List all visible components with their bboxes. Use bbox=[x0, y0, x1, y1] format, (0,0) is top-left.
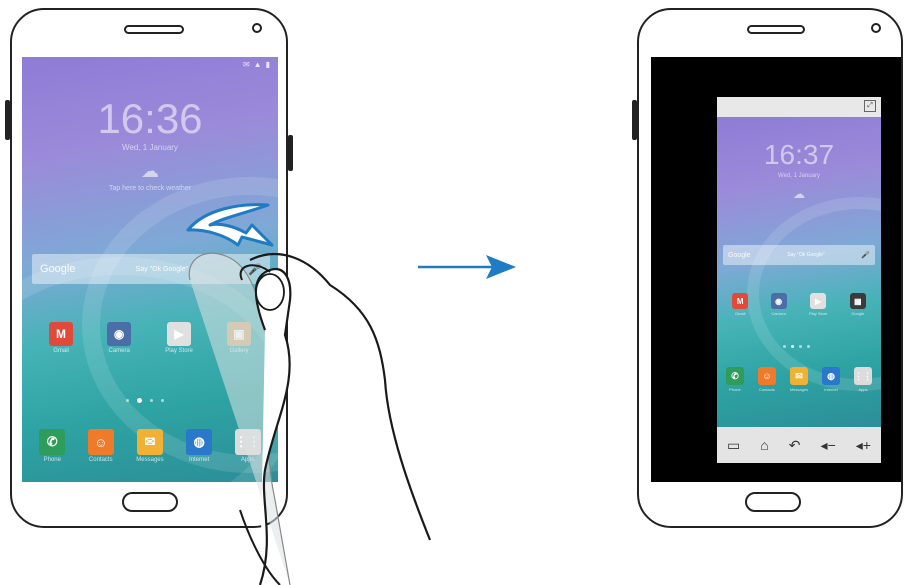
volume-key[interactable] bbox=[632, 100, 637, 140]
phone-icon: ✆ bbox=[39, 429, 66, 455]
app-shortcut[interactable]: ◉ Camera bbox=[107, 322, 132, 354]
app-label: Phone bbox=[43, 457, 61, 463]
app-shortcut[interactable]: M Gmail bbox=[49, 322, 74, 354]
mini-navigation-bar: ▭ ⌂ ↶ ◂− ◂+ bbox=[717, 427, 881, 463]
status-bar: ✉ ▲ ▮ bbox=[242, 60, 270, 69]
app-label: Contacts bbox=[88, 457, 113, 463]
messages-icon: ✉ bbox=[789, 367, 808, 385]
back-icon[interactable]: ↶ bbox=[789, 437, 801, 454]
internet-icon: ◍ bbox=[822, 367, 841, 385]
camera-icon: ◉ bbox=[770, 293, 787, 309]
app-shortcut[interactable]: ✆ Phone bbox=[725, 367, 744, 392]
contacts-icon: ☺ bbox=[757, 367, 776, 385]
weather-hint: Tap here to check weather bbox=[108, 185, 192, 192]
weather-icon: ☁ bbox=[141, 161, 159, 181]
weather-icon: ☁ bbox=[793, 187, 805, 201]
volume-up-icon[interactable]: ◂+ bbox=[856, 437, 871, 454]
contacts-icon: ☺ bbox=[87, 429, 114, 455]
gmail-icon: M bbox=[49, 322, 74, 346]
lock-date: Wed, 1 January bbox=[778, 173, 820, 179]
expand-icon[interactable]: ⤢ bbox=[864, 100, 876, 112]
app-label: Messages bbox=[789, 387, 809, 392]
volume-key[interactable] bbox=[5, 100, 10, 140]
lock-clock: 16:37 bbox=[763, 139, 835, 170]
transition-arrow-icon bbox=[418, 255, 516, 279]
microphone-icon[interactable]: 🎤 bbox=[861, 251, 870, 259]
front-camera bbox=[871, 23, 881, 33]
messages-icon: ✉ bbox=[136, 429, 163, 455]
app-shortcut[interactable]: ☺ Contacts bbox=[757, 367, 776, 392]
right-phone: ⤢ 16:37 Wed, 1 January ☁ Google Say "Ok … bbox=[632, 8, 903, 528]
reduced-screen-window[interactable]: ⤢ 16:37 Wed, 1 January ☁ Google Say "Ok … bbox=[717, 97, 881, 463]
app-label: Gmail bbox=[734, 311, 746, 316]
google-label: Google bbox=[40, 263, 76, 275]
home-icon[interactable]: ⌂ bbox=[760, 437, 768, 453]
app-row: M Gmail ◉ Camera ▶ Play Store ▦ Google bbox=[721, 293, 877, 316]
play-store-icon: ▶ bbox=[810, 293, 827, 309]
volume-down-icon[interactable]: ◂− bbox=[821, 437, 836, 454]
app-label: Messages bbox=[136, 457, 164, 463]
phone-icon: ✆ bbox=[725, 367, 744, 385]
app-label: Camera bbox=[108, 348, 130, 354]
app-label: Apps bbox=[858, 387, 868, 392]
lock-date: Wed, 1 January bbox=[122, 143, 178, 152]
home-button[interactable] bbox=[122, 492, 178, 512]
app-label: Play Store bbox=[808, 311, 828, 316]
mini-screen[interactable]: 16:37 Wed, 1 January ☁ Google Say "Ok Go… bbox=[717, 117, 881, 427]
google-search-bar[interactable]: Google Say "Ok Google" 🎤 bbox=[723, 245, 875, 265]
app-shortcut[interactable]: ◍ Internet bbox=[822, 367, 841, 392]
app-shortcut[interactable]: M Gmail bbox=[732, 293, 749, 316]
app-shortcut[interactable]: ✆ Phone bbox=[39, 429, 66, 463]
dock: ✆ Phone ☺ Contacts ✉ Messages ◍ Internet ⋮⋮ Apps bbox=[719, 367, 879, 392]
app-shortcut[interactable]: ◉ Camera bbox=[770, 293, 787, 316]
power-key[interactable] bbox=[288, 135, 293, 171]
earpiece bbox=[124, 25, 184, 34]
app-shortcut[interactable]: ▶ Play Store bbox=[809, 293, 827, 316]
app-label: Gmail bbox=[53, 348, 69, 354]
app-label: Contacts bbox=[759, 387, 775, 392]
hand-icon bbox=[188, 252, 432, 585]
app-shortcut[interactable]: ✉ Messages bbox=[136, 429, 164, 463]
app-label: Google bbox=[851, 311, 865, 316]
app-label: Camera bbox=[771, 311, 786, 316]
app-shortcut[interactable]: ▦ Google bbox=[849, 293, 866, 316]
page-indicator bbox=[783, 345, 810, 348]
front-camera bbox=[252, 23, 262, 33]
google-label: Google bbox=[728, 251, 751, 259]
page-indicator bbox=[126, 398, 164, 403]
gmail-icon: M bbox=[732, 293, 749, 309]
app-label: Phone bbox=[729, 387, 741, 392]
app-shortcut[interactable]: ✉ Messages bbox=[790, 367, 808, 392]
google-folder-icon: ▦ bbox=[849, 293, 866, 309]
app-shortcut[interactable]: ⋮⋮ Apps bbox=[854, 367, 873, 392]
home-button[interactable] bbox=[745, 492, 801, 512]
recent-apps-icon[interactable]: ▭ bbox=[727, 437, 740, 454]
window-title-bar[interactable]: ⤢ bbox=[717, 97, 881, 117]
lock-clock: 16:36 bbox=[97, 95, 203, 142]
camera-icon: ◉ bbox=[107, 322, 132, 346]
apps-icon: ⋮⋮ bbox=[854, 367, 873, 385]
app-label: Internet bbox=[824, 387, 838, 392]
earpiece bbox=[747, 25, 805, 34]
right-screen: ⤢ 16:37 Wed, 1 January ☁ Google Say "Ok … bbox=[651, 57, 901, 482]
app-shortcut[interactable]: ☺ Contacts bbox=[87, 429, 114, 463]
google-hint: Say "Ok Google" bbox=[787, 252, 825, 258]
